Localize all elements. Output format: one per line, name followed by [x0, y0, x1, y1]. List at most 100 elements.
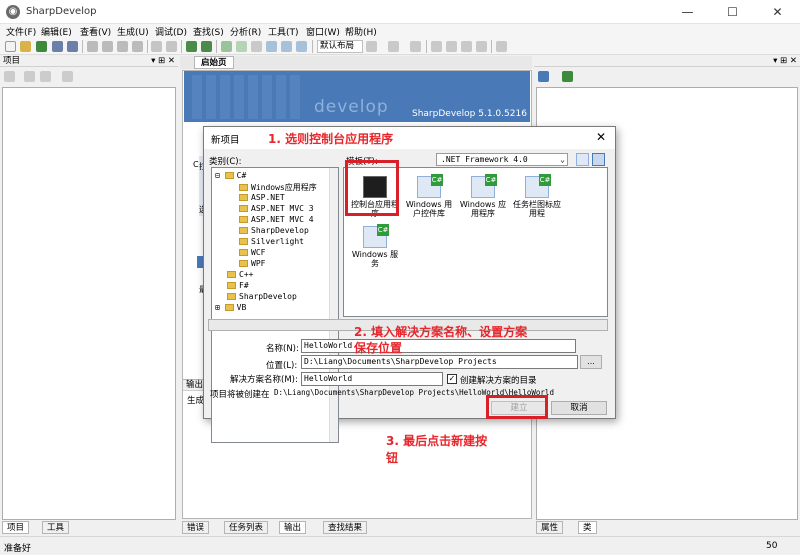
template-user-control[interactable]: C# Windows 用户控件库	[402, 174, 456, 218]
bookmark-icon[interactable]	[388, 41, 399, 52]
minimize-button[interactable]: —	[665, 0, 710, 24]
tree-scrollbar[interactable]	[329, 168, 338, 442]
close-window-button[interactable]: ✕	[755, 0, 800, 24]
open-project-icon[interactable]	[36, 41, 47, 52]
step-into-icon[interactable]	[266, 41, 277, 52]
build-icon[interactable]	[186, 41, 197, 52]
format-icon[interactable]	[476, 41, 487, 52]
menu-help[interactable]: 帮助(H)	[345, 25, 377, 38]
stop-icon[interactable]	[251, 41, 262, 52]
outdent-icon[interactable]	[461, 41, 472, 52]
new-project-dialog: 新项目 ✕ 类别(C): 模板(T): .NET Framework 4.0 ⌄…	[203, 126, 616, 443]
menu-view[interactable]: 查看(V)	[80, 25, 111, 38]
tree-node[interactable]: Windows应用程序	[239, 182, 317, 193]
tab-tools[interactable]: 工具	[42, 521, 70, 534]
tab-project[interactable]: 项目	[2, 521, 30, 534]
indent-icon[interactable]	[446, 41, 457, 52]
maximize-button[interactable]: ☐	[710, 0, 755, 24]
location-label: 位置(L):	[266, 361, 298, 371]
class-view-icon[interactable]	[538, 71, 549, 82]
menu-bar: 文件(F) 编辑(E) 查看(V) 生成(U) 调试(D) 查找(S) 分析(R…	[0, 24, 800, 38]
undo-icon[interactable]	[151, 41, 162, 52]
menu-window[interactable]: 窗口(W)	[306, 25, 340, 38]
project-tool-icon[interactable]	[62, 71, 73, 82]
banner-version: SharpDevelop 5.1.0.5216	[412, 109, 527, 119]
dialog-close-button[interactable]: ✕	[596, 130, 606, 144]
menu-debug[interactable]: 调试(D)	[155, 25, 187, 38]
tree-node[interactable]: SharpDevelop	[227, 292, 297, 301]
project-panel-controls[interactable]: ▾ ⊞ ✕	[151, 56, 175, 67]
tab-output[interactable]: 输出	[279, 521, 307, 534]
tree-node[interactable]: ASP.NET MVC 4	[239, 215, 314, 224]
run-without-debug-icon[interactable]	[236, 41, 247, 52]
dialog-title: 新项目	[211, 135, 240, 146]
navigate-back-icon[interactable]	[410, 41, 421, 52]
menu-search[interactable]: 查找(S)	[193, 25, 224, 38]
tab-start-page[interactable]: 启始页	[194, 56, 234, 69]
location-input[interactable]: D:\Liang\Documents\SharpDevelop Projects	[301, 355, 578, 369]
step-out-icon[interactable]	[296, 41, 307, 52]
class-filter-icon[interactable]	[562, 71, 573, 82]
tree-node[interactable]: F#	[227, 281, 249, 290]
tree-node-csharp[interactable]: ⊟ C#	[215, 171, 246, 180]
comment-icon[interactable]	[431, 41, 442, 52]
paste-icon[interactable]	[117, 41, 128, 52]
menu-tools[interactable]: 工具(T)	[268, 25, 299, 38]
cut-icon[interactable]	[87, 41, 98, 52]
layout-combo[interactable]: 默认布局	[317, 40, 363, 53]
template-windows-service[interactable]: C# Windows 服务	[348, 224, 402, 268]
tab-task-list[interactable]: 任务列表	[224, 521, 269, 534]
menu-file[interactable]: 文件(F)	[6, 25, 36, 38]
redo-icon[interactable]	[166, 41, 177, 52]
annotation-step3-cont: 钮	[386, 451, 399, 465]
new-file-icon[interactable]	[5, 41, 16, 52]
menu-build[interactable]: 生成(U)	[117, 25, 149, 38]
right-panel-controls[interactable]: ▾ ⊞ ✕	[773, 56, 797, 67]
template-windows-app[interactable]: C# Windows 应用程序	[456, 174, 510, 218]
browse-button[interactable]: ...	[580, 355, 602, 369]
toolbar	[0, 38, 800, 55]
tree-node[interactable]: ASP.NET MVC 3	[239, 204, 314, 213]
template-tray-app[interactable]: C# 任务栏图标应用程	[510, 174, 564, 218]
tree-node[interactable]: WCF	[239, 248, 265, 257]
open-folder-icon[interactable]	[20, 41, 31, 52]
tree-node[interactable]: C++	[227, 270, 253, 279]
run-icon[interactable]	[221, 41, 232, 52]
tree-node[interactable]: SharpDevelop	[239, 226, 309, 235]
large-icons-view-icon[interactable]	[576, 153, 589, 166]
list-view-icon[interactable]	[592, 153, 605, 166]
save-all-icon[interactable]	[67, 41, 78, 52]
project-tool-icon[interactable]	[4, 71, 15, 82]
dialog-titlebar: 新项目 ✕	[204, 127, 615, 149]
category-tree[interactable]: ⊟ C# Windows应用程序 ASP.NET ASP.NET MVC 3 A…	[211, 167, 339, 443]
step-over-icon[interactable]	[281, 41, 292, 52]
tree-node[interactable]: ⊞ VB	[215, 303, 246, 312]
tab-classes[interactable]: 类	[578, 521, 597, 534]
window-title: SharpDevelop	[26, 6, 97, 17]
tree-node[interactable]: ASP.NET	[239, 193, 285, 202]
framework-select[interactable]: .NET Framework 4.0 ⌄	[436, 153, 568, 166]
tab-find-results[interactable]: 查找结果	[323, 521, 368, 534]
layout-icon[interactable]	[366, 41, 377, 52]
tree-node[interactable]: Silverlight	[239, 237, 304, 246]
create-directory-checkbox[interactable]: ✓	[447, 374, 457, 384]
tab-errors[interactable]: 错误	[182, 521, 210, 534]
copy-icon[interactable]	[102, 41, 113, 52]
project-tool-icon[interactable]	[24, 71, 35, 82]
menu-edit[interactable]: 编辑(E)	[41, 25, 72, 38]
project-tool-icon[interactable]	[40, 71, 51, 82]
cancel-button[interactable]: 取消	[551, 401, 607, 415]
delete-icon[interactable]	[132, 41, 143, 52]
save-icon[interactable]	[52, 41, 63, 52]
solution-name-input[interactable]: HelloWorld	[301, 372, 443, 386]
find-icon[interactable]	[496, 41, 507, 52]
tab-properties[interactable]: 属性	[536, 521, 564, 534]
status-number: 50	[766, 541, 778, 551]
project-tree[interactable]	[2, 87, 176, 520]
menu-analyze[interactable]: 分析(R)	[230, 25, 261, 38]
highlight-create-button	[486, 395, 548, 419]
tree-node[interactable]: WPF	[239, 259, 265, 268]
name-input[interactable]: HelloWorld	[301, 339, 576, 353]
left-dock: 项目 ▾ ⊞ ✕ 项目 工具	[0, 56, 178, 534]
rebuild-icon[interactable]	[201, 41, 212, 52]
